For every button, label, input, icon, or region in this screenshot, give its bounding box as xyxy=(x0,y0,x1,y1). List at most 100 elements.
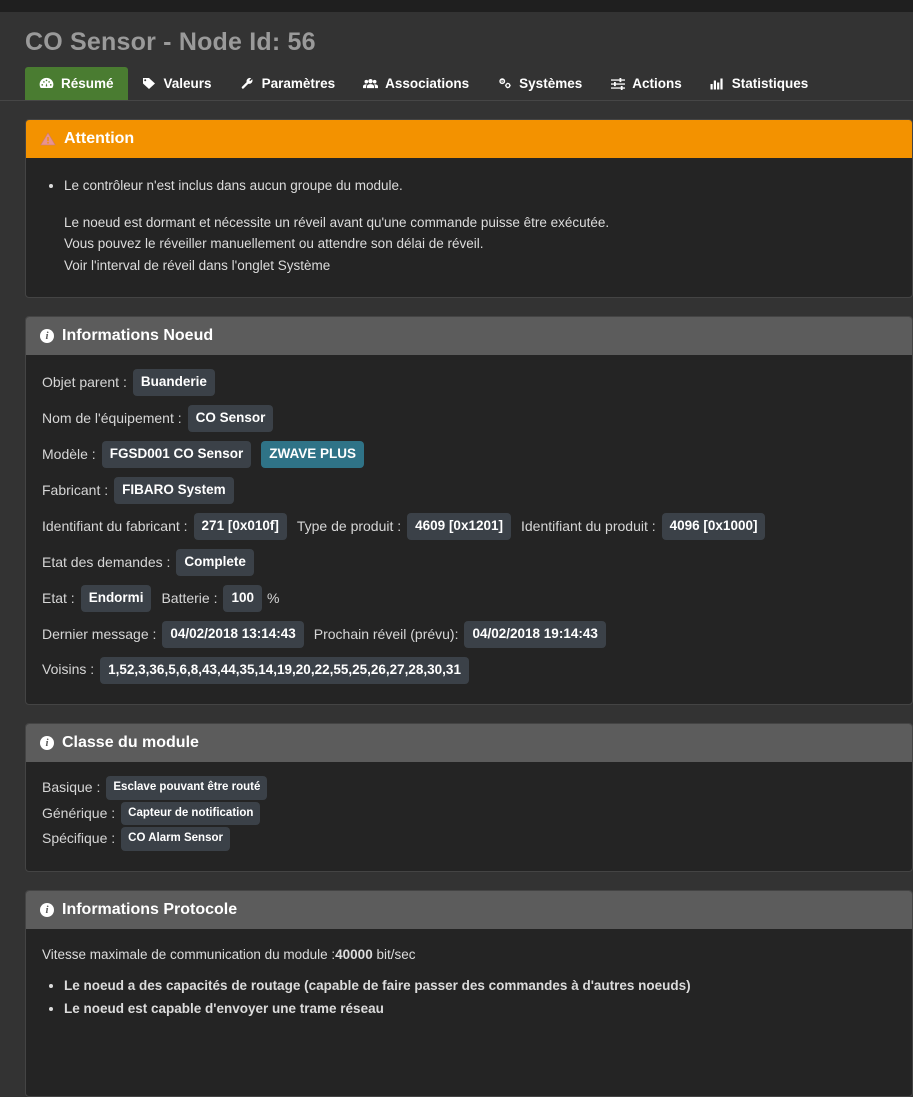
users-icon xyxy=(363,77,379,91)
row-label: Identifiant du produit : xyxy=(520,517,656,534)
page-container: CO Sensor - Node Id: 56 Résumé Valeurs P… xyxy=(0,12,913,1097)
warning-line: Vous pouvez le réveiller manuellement ou… xyxy=(64,236,484,252)
status-badge: Complete xyxy=(176,549,254,576)
list-item: Le contrôleur n'est inclus dans aucun gr… xyxy=(64,176,896,197)
tab-parametres[interactable]: Paramètres xyxy=(226,67,350,100)
row-label: Type de produit : xyxy=(296,517,402,534)
tab-label: Résumé xyxy=(61,76,114,91)
status-badge: 04/02/2018 19:14:43 xyxy=(464,620,606,648)
node-info-panel-body: Objet parent : Buanderie Nom de l'équipe… xyxy=(26,355,912,703)
warning-line: Voir l'interval de réveil dans l'onglet … xyxy=(64,257,331,273)
tab-actions[interactable]: Actions xyxy=(596,67,696,100)
info-row-messages: Dernier message : 04/02/2018 13:14:43 Pr… xyxy=(42,620,896,648)
warning-panel-body: Le contrôleur n'est inclus dans aucun gr… xyxy=(26,158,912,297)
tab-valeurs[interactable]: Valeurs xyxy=(128,67,226,100)
warning-triangle-icon xyxy=(40,132,56,146)
row-label: Dernier message : xyxy=(42,625,157,642)
tab-label: Paramètres xyxy=(261,76,336,91)
info-row-etat-batterie: Etat : Endormi Batterie : 100 % xyxy=(42,585,896,612)
status-badge: Capteur de notification xyxy=(121,801,261,826)
list-item: Le noeud est capable d'envoyer une trame… xyxy=(64,999,896,1020)
protocol-panel-body: Vitesse maximale de communication du mod… xyxy=(26,929,912,1096)
battery-badge: 100 xyxy=(223,585,263,612)
warning-panel-title: Attention xyxy=(64,130,135,147)
status-badge: 271 [0x010f] xyxy=(193,513,287,541)
status-badge: FIBARO System xyxy=(114,477,234,505)
info-row-identifiants: Identifiant du fabricant : 271 [0x010f] … xyxy=(42,513,896,541)
protocol-speed-value: 40000 xyxy=(335,947,373,963)
status-badge: Buanderie xyxy=(132,369,215,397)
info-row-modele: Modèle : FGSD001 CO Sensor ZWAVE PLUS xyxy=(42,441,896,469)
tab-label: Systèmes xyxy=(519,76,583,91)
protocol-speed-row: Vitesse maximale de communication du mod… xyxy=(42,945,896,966)
tag-icon xyxy=(142,77,157,91)
node-info-panel: i Informations Noeud Objet parent : Buan… xyxy=(25,316,913,705)
info-icon: i xyxy=(40,735,54,750)
warning-panel-header: Attention xyxy=(26,120,912,158)
list-item: Le noeud a des capacités de routage (cap… xyxy=(64,976,896,997)
status-badge: FGSD001 CO Sensor xyxy=(101,441,252,469)
tab-associations[interactable]: Associations xyxy=(349,67,483,100)
protocol-panel-title: Informations Protocole xyxy=(62,901,238,919)
row-label: Basique : xyxy=(42,778,101,795)
tab-statistiques[interactable]: Statistiques xyxy=(696,67,823,100)
dashboard-icon xyxy=(39,77,54,91)
sliders-icon xyxy=(610,77,625,91)
status-badge: Esclave pouvant être routé xyxy=(106,775,268,800)
module-class-panel-title: Classe du module xyxy=(62,733,199,751)
tab-label: Actions xyxy=(632,76,682,91)
row-label: Voisins : xyxy=(42,661,95,678)
top-bar xyxy=(0,0,913,12)
info-row-etat-demandes: Etat des demandes : Complete xyxy=(42,549,896,576)
tab-label: Statistiques xyxy=(731,76,809,91)
info-icon: i xyxy=(40,903,54,918)
info-row-objet-parent: Objet parent : Buanderie xyxy=(42,369,896,397)
row-label: Nom de l'équipement : xyxy=(42,410,182,426)
warning-panel: Attention Le contrôleur n'est inclus dan… xyxy=(25,119,913,299)
info-row-voisins: Voisins : 1,52,3,36,5,6,8,43,44,35,14,19… xyxy=(42,656,896,684)
row-label: Fabricant : xyxy=(42,481,109,498)
class-row-specifique: Spécifique : CO Alarm Sensor xyxy=(42,827,896,852)
warning-bullet-list: Le contrôleur n'est inclus dans aucun gr… xyxy=(42,176,896,197)
status-badge: Endormi xyxy=(80,585,152,612)
tab-label: Associations xyxy=(385,76,470,91)
status-badge: 04/02/2018 13:14:43 xyxy=(162,620,304,648)
module-class-panel-header: i Classe du module xyxy=(26,723,912,762)
node-info-panel-header: i Informations Noeud xyxy=(26,317,912,356)
warning-line: Le noeud est dormant et nécessite un rév… xyxy=(64,214,610,230)
protocol-speed-unit: bit/sec xyxy=(372,947,416,963)
protocol-capability-list: Le noeud a des capacités de routage (cap… xyxy=(42,976,896,1020)
row-label: Spécifique : xyxy=(42,830,116,847)
chart-bar-icon xyxy=(710,77,725,91)
battery-unit: % xyxy=(267,589,280,606)
module-class-panel: i Classe du module Basique : Esclave pou… xyxy=(25,722,913,873)
class-row-generique: Générique : Capteur de notification xyxy=(42,801,896,826)
neighbours-badge: 1,52,3,36,5,6,8,43,44,35,14,19,20,22,55,… xyxy=(100,656,469,684)
protocol-speed-label: Vitesse maximale de communication du mod… xyxy=(42,947,336,963)
row-label: Etat des demandes : xyxy=(42,553,171,570)
row-label: Générique : xyxy=(42,804,116,821)
tab-resume[interactable]: Résumé xyxy=(25,67,128,100)
tab-bar: Résumé Valeurs Paramètres Associations S… xyxy=(0,67,913,101)
zwave-plus-badge: ZWAVE PLUS xyxy=(261,441,365,469)
row-label: Identifiant du fabricant : xyxy=(42,517,188,534)
row-label: Modèle : xyxy=(42,445,96,462)
protocol-panel: i Informations Protocole Vitesse maximal… xyxy=(25,890,913,1097)
node-info-panel-title: Informations Noeud xyxy=(62,327,214,345)
page-title: CO Sensor - Node Id: 56 xyxy=(25,28,316,56)
status-badge: CO Sensor xyxy=(187,405,274,433)
module-class-panel-body: Basique : Esclave pouvant être routé Gén… xyxy=(26,762,912,871)
tab-systemes[interactable]: Systèmes xyxy=(483,67,596,100)
info-icon: i xyxy=(40,329,54,344)
row-label: Prochain réveil (prévu): xyxy=(313,625,459,642)
status-badge: 4096 [0x1000] xyxy=(661,513,766,541)
row-label: Objet parent : xyxy=(42,374,127,391)
status-badge: CO Alarm Sensor xyxy=(121,827,230,852)
info-row-fabricant: Fabricant : FIBARO System xyxy=(42,477,896,505)
class-row-basique: Basique : Esclave pouvant être routé xyxy=(42,775,896,800)
row-label: Batterie : xyxy=(161,589,218,606)
cogs-icon xyxy=(497,77,512,91)
info-row-nom-equipement: Nom de l'équipement : CO Sensor xyxy=(42,405,896,433)
status-badge: 4609 [0x1201] xyxy=(407,513,511,541)
wrench-icon xyxy=(240,77,255,91)
